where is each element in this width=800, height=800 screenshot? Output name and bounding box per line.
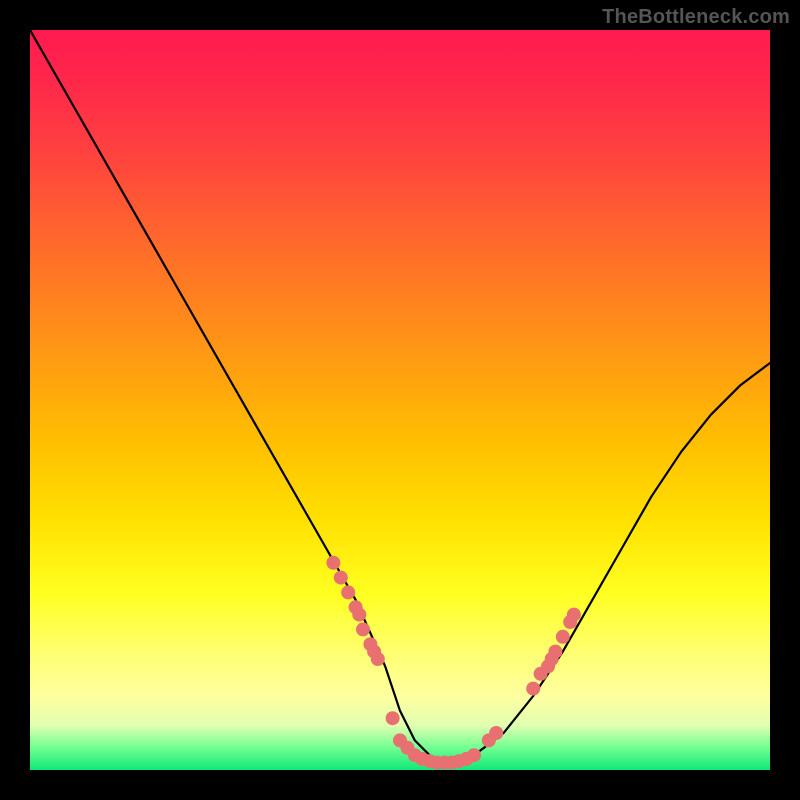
chart-svg xyxy=(30,30,770,770)
curve-marker xyxy=(371,652,385,666)
curve-marker xyxy=(567,608,581,622)
curve-marker xyxy=(526,682,540,696)
bottleneck-curve xyxy=(30,30,770,763)
curve-marker xyxy=(326,556,340,570)
chart-container: TheBottleneck.com xyxy=(0,0,800,800)
curve-marker xyxy=(352,608,366,622)
curve-markers xyxy=(326,556,581,770)
curve-marker xyxy=(334,571,348,585)
curve-marker xyxy=(489,726,503,740)
curve-marker xyxy=(386,711,400,725)
watermark-text: TheBottleneck.com xyxy=(602,6,790,29)
curve-marker xyxy=(341,585,355,599)
curve-marker xyxy=(556,630,570,644)
curve-marker xyxy=(467,748,481,762)
curve-marker xyxy=(548,645,562,659)
curve-marker xyxy=(356,622,370,636)
